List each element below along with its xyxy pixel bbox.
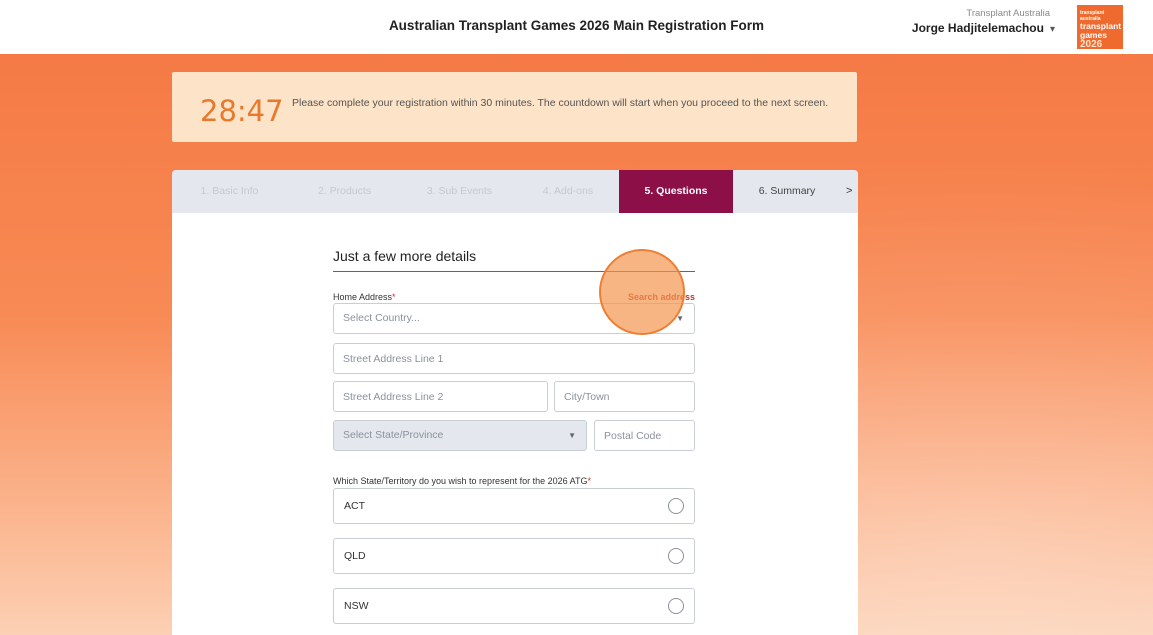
home-address-label: Home Address* <box>333 292 396 302</box>
step-tabs: 1. Basic Info 2. Products 3. Sub Events … <box>172 170 858 213</box>
tab-summary[interactable]: 6. Summary <box>733 170 841 213</box>
tab-questions[interactable]: 5. Questions <box>619 170 733 213</box>
country-select-placeholder: Select Country... <box>343 312 420 324</box>
tab-basic-info[interactable]: 1. Basic Info <box>172 170 287 213</box>
organization-name: Transplant Australia <box>966 8 1050 19</box>
chevron-down-icon: ▼ <box>568 431 576 440</box>
user-menu[interactable]: Jorge Hadjitelemachou ▾ <box>835 21 1055 35</box>
state-question-text: Which State/Territory do you wish to rep… <box>333 476 588 486</box>
radio-option-nsw[interactable]: NSW <box>333 588 695 624</box>
chevron-down-icon: ▾ <box>1049 24 1055 35</box>
postal-code-input[interactable] <box>594 420 695 451</box>
radio-unchecked-icon <box>668 548 684 564</box>
countdown-message: Please complete your registration within… <box>292 97 829 109</box>
tab-add-ons[interactable]: 4. Add-ons <box>517 170 619 213</box>
tab-sub-events[interactable]: 3. Sub Events <box>402 170 517 213</box>
radio-unchecked-icon <box>668 498 684 514</box>
state-province-select[interactable]: Select State/Province ▼ <box>333 420 587 451</box>
radio-unchecked-icon <box>668 598 684 614</box>
radio-option-label: QLD <box>344 550 366 562</box>
click-highlight-indicator <box>599 249 685 335</box>
user-name: Jorge Hadjitelemachou <box>911 21 1044 35</box>
required-marker: * <box>392 292 396 302</box>
top-bar: Australian Transplant Games 2026 Main Re… <box>0 0 1153 54</box>
radio-option-label: ACT <box>344 500 365 512</box>
tabs-scroll-right-button[interactable]: > <box>846 170 852 213</box>
countdown-banner: 28:47 Please complete your registration … <box>172 72 857 142</box>
state-question-label: Which State/Territory do you wish to rep… <box>333 476 591 486</box>
city-town-input[interactable] <box>554 381 695 412</box>
street-address-line-1-input[interactable] <box>333 343 695 374</box>
radio-option-act[interactable]: ACT <box>333 488 695 524</box>
transplant-games-logo: transplant australia transplant games 20… <box>1077 5 1123 50</box>
radio-option-label: NSW <box>344 600 369 612</box>
radio-option-qld[interactable]: QLD <box>333 538 695 574</box>
street-address-line-2-input[interactable] <box>333 381 548 412</box>
state-province-select-placeholder: Select State/Province <box>343 429 444 441</box>
required-marker: * <box>587 476 591 486</box>
home-address-label-text: Home Address <box>333 292 393 302</box>
countdown-timer: 28:47 <box>200 94 284 128</box>
registration-card: 1. Basic Info 2. Products 3. Sub Events … <box>172 170 858 635</box>
tab-products[interactable]: 2. Products <box>287 170 402 213</box>
logo-year: 2026 <box>1080 39 1103 50</box>
